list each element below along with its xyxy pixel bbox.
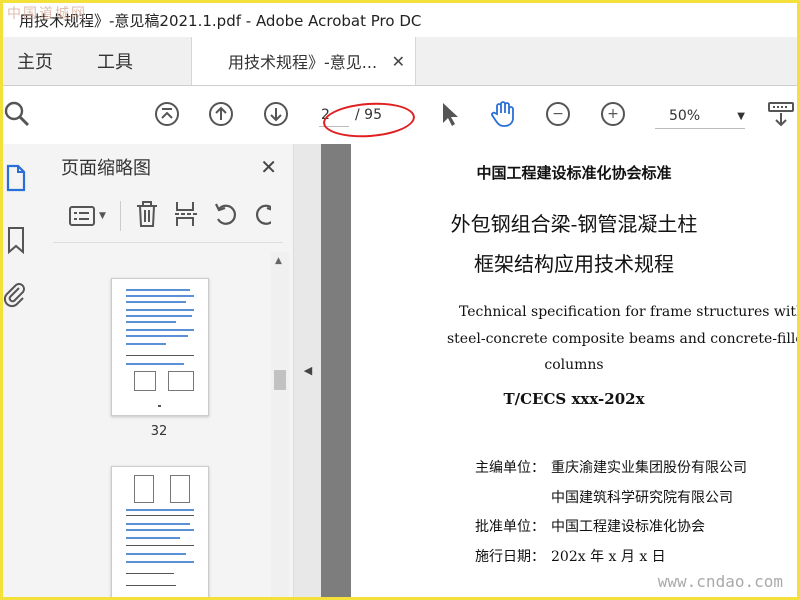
tab-close-icon[interactable]: ✕ <box>392 52 405 71</box>
page-number-box: / 95 <box>319 102 409 128</box>
document-viewer[interactable]: 中国工程建设标准化协会标准 外包钢组合梁-钢管混凝土柱 框架结构应用技术规程 T… <box>321 144 797 597</box>
options-menu-icon[interactable]: ▼ <box>69 205 106 227</box>
main-area: 页面缩略图 ✕ ▼ 32 ▲ ◀ 中国工程建设标准化协会标准 外包钢组合梁-钢管… <box>3 144 797 597</box>
thumbnail-list: 32 <box>43 254 271 597</box>
doc-organization: 中国工程建设标准化协会标准 <box>476 164 672 182</box>
document-page: 中国工程建设标准化协会标准 外包钢组合梁-钢管混凝土柱 框架结构应用技术规程 T… <box>351 144 797 597</box>
zoom-value: 50% <box>669 108 701 124</box>
scroll-mode-icon[interactable] <box>767 100 795 128</box>
doc-approver-label: 批准单位： <box>475 519 545 535</box>
doc-title-en-line3: columns <box>544 357 604 373</box>
previous-page-icon[interactable] <box>207 100 235 128</box>
collapse-arrow-icon: ◀ <box>303 364 313 377</box>
tab-home[interactable]: 主页 <box>3 37 67 85</box>
toolbar: / 95 − + 50% ▼ <box>3 86 797 145</box>
panel-close-icon[interactable]: ✕ <box>260 155 277 179</box>
tab-bar: 主页 工具 用技术规程》-意见... ✕ <box>3 37 797 86</box>
doc-approver: 中国工程建设标准化协会 <box>551 519 705 535</box>
tab-document[interactable]: 用技术规程》-意见... ✕ <box>191 37 416 85</box>
doc-title-en-line1: Technical specification for frame struct… <box>459 304 797 320</box>
thumbnail-scrollbar[interactable]: ▲ <box>271 252 289 597</box>
page-number-input[interactable] <box>319 103 349 127</box>
rotate-left-icon[interactable] <box>213 201 239 231</box>
tab-document-label: 用技术规程》-意见... <box>228 53 378 72</box>
zoom-dropdown[interactable]: 50% ▼ <box>655 104 745 129</box>
bookmark-icon[interactable] <box>5 226 27 258</box>
panel-toolbar: ▼ <box>53 190 283 243</box>
page-total: / 95 <box>355 107 382 123</box>
doc-editor-2: 中国建筑科学研究院有限公司 <box>551 490 733 506</box>
hand-tool-icon[interactable] <box>489 100 517 128</box>
thumbnail-page-label: 32 <box>150 424 168 439</box>
doc-title-cn-line1: 外包钢组合梁-钢管混凝土柱 <box>450 212 698 236</box>
watermark-bottom-right: www.cndao.com <box>657 572 783 591</box>
thumbnail-panel: 页面缩略图 ✕ ▼ 32 ▲ <box>43 144 293 597</box>
scroll-up-icon[interactable]: ▲ <box>275 256 282 266</box>
doc-standard-code: T/CECS xxx-202x <box>503 390 645 408</box>
extract-page-icon[interactable] <box>173 200 199 232</box>
panel-header: 页面缩略图 ✕ <box>43 144 293 190</box>
rotate-right-icon[interactable] <box>253 201 271 231</box>
page-thumbnails-icon[interactable] <box>5 164 27 196</box>
doc-date-label: 施行日期： <box>475 549 545 565</box>
doc-title-cn-line2: 框架结构应用技术规程 <box>474 252 674 276</box>
zoom-out-icon[interactable]: − <box>544 100 572 128</box>
left-rail <box>3 144 44 597</box>
tab-tools[interactable]: 工具 <box>83 37 147 85</box>
doc-date: 202x 年 x 月 x 日 <box>551 549 666 565</box>
doc-title-en-line2: steel-concrete composite beams and concr… <box>447 331 797 347</box>
collapse-panel-button[interactable]: ◀ <box>293 144 322 597</box>
page-thumbnail[interactable] <box>111 466 209 597</box>
scrollbar-thumb[interactable] <box>274 370 286 390</box>
next-page-icon[interactable] <box>262 100 290 128</box>
chevron-down-icon: ▼ <box>737 110 745 122</box>
search-icon[interactable] <box>3 100 31 128</box>
first-page-icon[interactable] <box>153 100 181 128</box>
watermark-top-left: 中国道城网 <box>7 6 87 22</box>
doc-editor-label: 主编单位： <box>475 460 545 476</box>
panel-title: 页面缩略图 <box>61 158 151 179</box>
app-window: 中国道城网 用技术规程》-意见稿2021.1.pdf - Adobe Acrob… <box>0 0 800 600</box>
zoom-in-icon[interactable]: + <box>599 100 627 128</box>
window-title: 用技术规程》-意见稿2021.1.pdf - Adobe Acrobat Pro… <box>3 3 797 37</box>
select-cursor-icon[interactable] <box>435 100 463 128</box>
delete-page-icon[interactable] <box>135 200 159 232</box>
toolbar-divider <box>119 201 121 231</box>
page-thumbnail[interactable] <box>111 278 209 416</box>
doc-editor-1: 重庆渝建实业集团股份有限公司 <box>551 460 747 476</box>
attachment-icon[interactable] <box>3 280 27 312</box>
